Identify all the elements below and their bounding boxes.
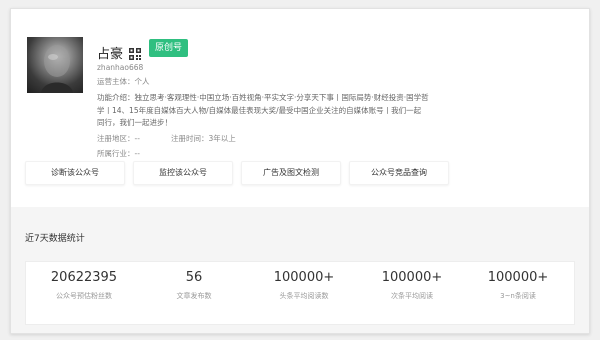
stat-articles-published: 56 文章发布数 [139, 270, 249, 301]
account-id: zhanhao668 [97, 63, 144, 72]
competitor-query-button[interactable]: 公众号竞品查询 [349, 161, 449, 185]
stat-value: 100000+ [487, 270, 549, 285]
stat-value: 56 [185, 270, 203, 285]
monitor-account-button[interactable]: 监控该公众号 [133, 161, 233, 185]
stat-label: 次条平均阅读 [391, 292, 433, 300]
account-panel: 占豪 原创号 zhanhao668 运营主体：个人 功能介绍：独立思考·客观理性… [10, 8, 590, 334]
register-time: 注册时间：3年以上 [171, 134, 236, 143]
description-line: 同行，我们一起进步！ [97, 118, 172, 127]
description-line: 学丨14、15年度自媒体百大人物/自媒体最佳表现大奖/最受中国企业关注的自媒体账… [97, 105, 422, 115]
account-name: 占豪 [97, 47, 124, 62]
stat-headline-avg-reads: 100000+ 头条平均阅读数 [249, 270, 359, 301]
stat-label: 3~n条阅读 [500, 292, 536, 300]
original-badge: 原创号 [149, 39, 189, 57]
stat-estimated-followers: 20622395 公众号预估粉丝数 [29, 270, 139, 301]
stats-card: 20622395 公众号预估粉丝数 56 文章发布数 100000+ 头条平均阅… [25, 261, 575, 325]
stat-value: 100000+ [381, 270, 443, 285]
stat-value: 100000+ [273, 270, 335, 285]
industry: 所属行业：-- [97, 149, 140, 158]
stat-label: 公众号预估粉丝数 [56, 292, 112, 300]
account-owner: 运营主体：个人 [97, 77, 150, 86]
avatar [27, 37, 83, 93]
register-region: 注册地区：-- [97, 134, 140, 143]
stat-other-reads: 100000+ 3~n条阅读 [463, 270, 573, 301]
account-description: 功能介绍：独立思考·客观理性·中国立场·百姓视角·平实文字·分享天下事丨国际局势… [97, 92, 469, 130]
stat-value: 20622395 [50, 270, 118, 285]
stats-title: 近7天数据统计 [25, 234, 85, 244]
stat-label: 文章发布数 [176, 292, 212, 300]
qr-code-icon[interactable] [129, 45, 141, 60]
description-line: 功能介绍：独立思考·客观理性·中国立场·百姓视角·平实文字·分享天下事丨国际局势… [97, 93, 429, 102]
stats-section: 近7天数据统计 20622395 公众号预估粉丝数 56 文章发布数 10000… [11, 207, 589, 333]
profile-section: 占豪 原创号 zhanhao668 运营主体：个人 功能介绍：独立思考·客观理性… [11, 9, 589, 199]
stat-secondary-avg-reads: 100000+ 次条平均阅读 [357, 270, 467, 301]
diagnose-account-button[interactable]: 诊断该公众号 [25, 161, 125, 185]
ad-article-detect-button[interactable]: 广告及图文检测 [241, 161, 341, 185]
stat-label: 头条平均阅读数 [279, 292, 329, 300]
